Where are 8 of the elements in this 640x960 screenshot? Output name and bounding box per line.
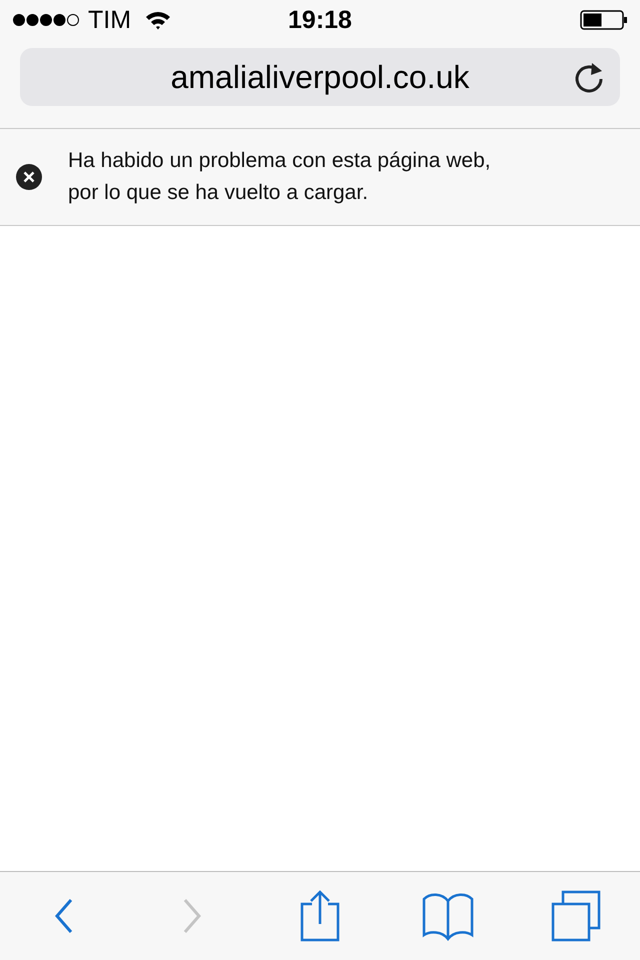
wifi-icon [145, 10, 172, 30]
address-bar[interactable]: amalialiverpool.co.uk [20, 48, 620, 106]
carrier-name: TIM [88, 6, 132, 34]
battery-icon [580, 10, 628, 30]
clock-time: 19:18 [288, 6, 352, 34]
error-message: Ha habido un problema con esta página web, por lo que se ha vuelto a cargar. [68, 148, 492, 206]
close-icon[interactable] [16, 164, 42, 190]
signal-icon [12, 13, 80, 27]
